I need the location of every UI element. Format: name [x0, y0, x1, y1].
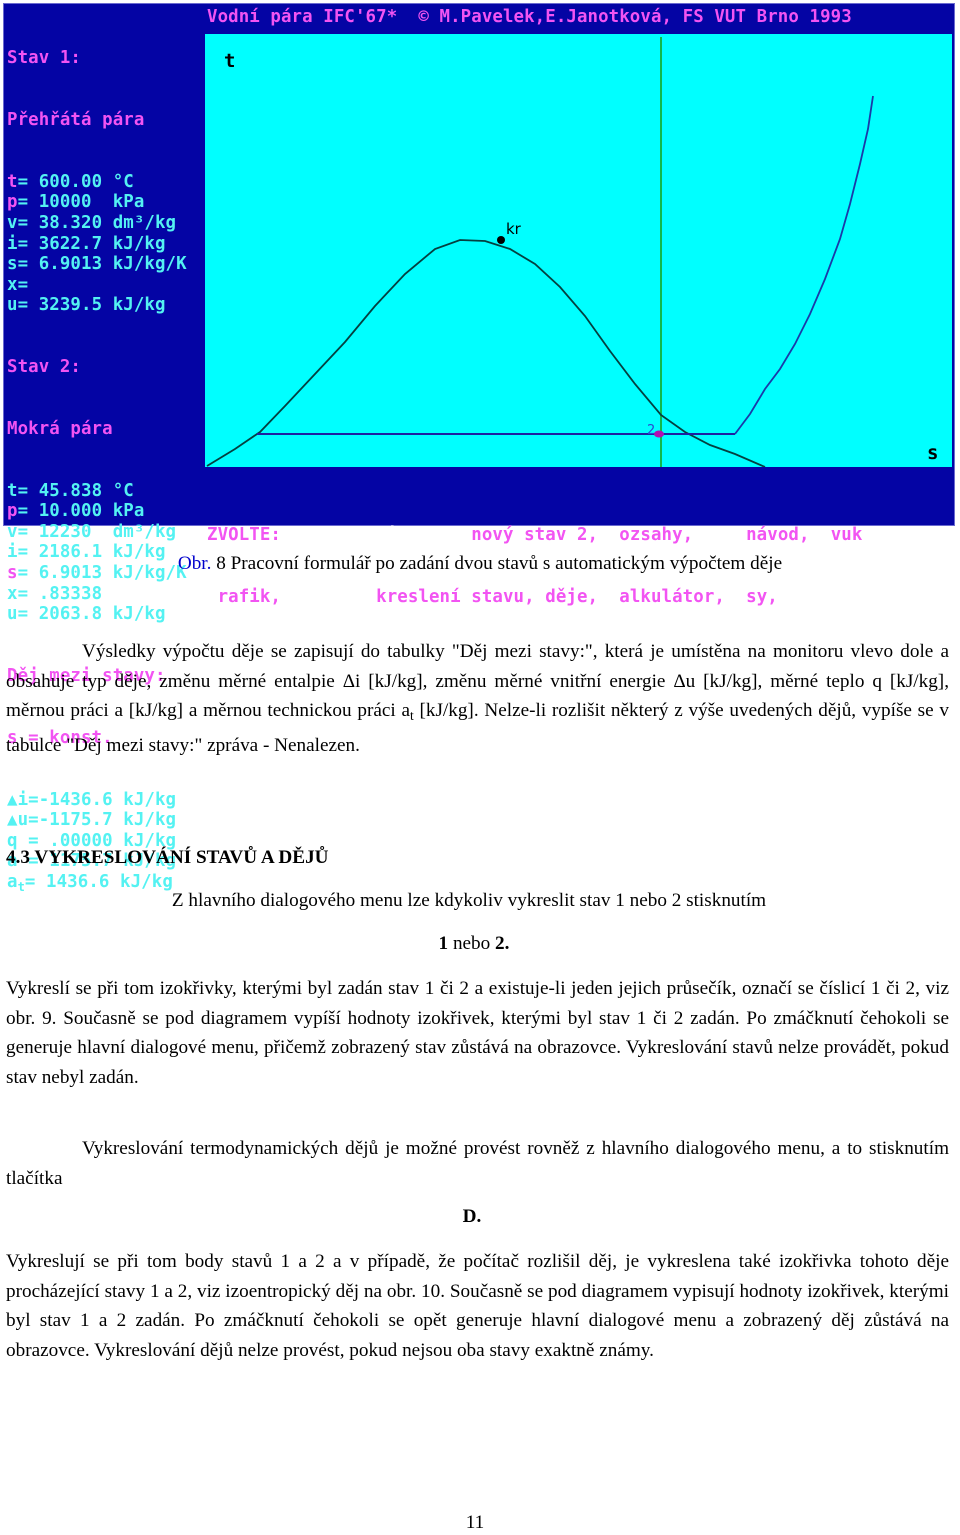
x-axis-label: s: [927, 442, 939, 464]
section-heading: 4.3 VYKRESLOVÁNÍ STAVŮ A DĚJŮ: [6, 847, 329, 868]
process-value: =-1175.7 kJ/kg: [28, 810, 177, 831]
process-var: ▲u: [7, 810, 29, 831]
process-var: a: [7, 871, 18, 892]
state2-point-label: 2: [647, 423, 656, 438]
state1-row: u= 3239.5 kJ/kg: [7, 295, 207, 316]
page-number: 11: [465, 1512, 485, 1533]
state1-value: = 6.9013 kJ/kg/K: [17, 254, 187, 275]
critical-point-label: kr: [506, 220, 521, 238]
process-value: =-1436.6 kJ/kg: [28, 789, 177, 810]
menu-hotkey[interactable]: G: [207, 587, 218, 607]
paragraph-results: Výsledky výpočtu děje se zapisují do tab…: [6, 637, 949, 760]
diagram-svg: [206, 37, 874, 467]
state2-row: t= 45.838 °C: [7, 481, 207, 502]
state1-var: s: [7, 254, 18, 275]
copyright: © M.Pavelek,E.Janotková, FS VUT Brno 199…: [418, 7, 852, 27]
program-screenshot: Stav 1: Přehřátá pára t= 600.00 °C p= 100…: [3, 3, 955, 894]
t-s-diagram: t s kr 2: [205, 34, 952, 467]
state1-row: x=: [7, 275, 207, 296]
state2-var: t: [7, 480, 18, 501]
menu-text: alkulátor,: [619, 586, 736, 607]
process-row: ▲u=-1175.7 kJ/kg: [7, 810, 207, 831]
title-bar: Vodní pára IFC'67* © M.Pavelek,E.Janotko…: [207, 7, 952, 28]
state2-value: = 45.838 °C: [17, 480, 134, 501]
key-2: 2.: [495, 933, 510, 954]
menu-hotkey[interactable]: <Esc>: [810, 587, 863, 607]
caption-prefix: Obr.: [177, 553, 212, 574]
state2-var: u: [7, 604, 18, 625]
menu-text: nový stav 2,: [471, 525, 609, 546]
menu-hotkey[interactable]: O: [736, 587, 747, 607]
state1-row: i= 3622.7 kJ/kg: [7, 234, 207, 255]
figure-caption: Obr. 8 Pracovní formulář po zadání dvou …: [0, 553, 960, 575]
key-1: 1: [438, 933, 449, 954]
state2-row: x= .83338: [7, 584, 207, 605]
state2-header: Stav 2:: [7, 357, 81, 378]
process-var: ▲i: [7, 789, 29, 810]
state1-header: Stav 1:: [7, 48, 81, 69]
state1-value: = 3622.7 kJ/kg: [17, 233, 166, 254]
state2-row: v= 12230 dm³/kg: [7, 522, 207, 543]
menu-text: ZVOLTE:: [207, 525, 292, 546]
state2-value: = 12230 dm³/kg: [17, 521, 177, 542]
keys-line: 1 nebo 2.: [0, 933, 954, 955]
caption-text: 8 Pracovní formulář po zadání dvou stavů…: [211, 553, 783, 574]
state2-phase: Mokrá pára: [7, 418, 113, 439]
state-panel: Stav 1: Přehřátá pára t= 600.00 °C p= 100…: [7, 7, 207, 934]
paragraph-isocurves: Vykreslí se při tom izokřivky, kterými b…: [6, 978, 949, 1088]
state1-phase: Přehřátá pára: [7, 109, 145, 130]
paragraph-process-draw: Vykreslují se při tom body stavů 1 a 2 a…: [6, 1251, 949, 1361]
menu-hotkey[interactable]: 1, 2, D: [292, 587, 377, 607]
state2-row: u= 2063.8 kJ/kg: [7, 604, 207, 625]
state2-value: = 10.000 kPa: [17, 501, 145, 522]
menu-hotkey[interactable]: F1: [725, 525, 746, 545]
key-d: D.: [462, 1206, 482, 1227]
state1-var: t: [7, 171, 18, 192]
state2-var: p: [7, 501, 18, 522]
critical-point: [497, 236, 505, 244]
state2-var: v: [7, 521, 18, 542]
state1-var: v: [7, 212, 18, 233]
paragraph-draw-state: Z hlavního dialogového menu lze kdykoliv…: [171, 890, 767, 911]
state1-value: =: [17, 274, 29, 295]
y-axis-label: t: [224, 50, 236, 72]
menu-line-2: Grafik, 1, 2, D kreslení stavu, děje, Ka…: [207, 587, 952, 608]
keys-connector: nebo: [448, 933, 496, 954]
state1-row: v= 38.320 dm³/kg: [7, 213, 207, 234]
menu-text: návod,: [746, 525, 821, 546]
isobar-superheated: [734, 95, 874, 435]
menu-text: ozsahy,: [619, 525, 725, 546]
state1-row: t= 600.00 °C: [7, 172, 207, 193]
state1-value: = 600.00 °C: [17, 171, 134, 192]
process-value: = 1436.6 kJ/kg: [24, 871, 173, 892]
state1-value: = 3239.5 kJ/kg: [17, 295, 166, 316]
state1-value: = 10000 kPa: [17, 192, 145, 213]
menu-line-1: ZVOLTE: t, p, v, i, s, x nový stav 2, Ro…: [207, 525, 952, 546]
process-row: ▲i=-1436.6 kJ/kg: [7, 790, 207, 811]
state1-row: p= 10000 kPa: [7, 192, 207, 213]
menu-hotkey[interactable]: t, p, v, i, s, x: [292, 525, 472, 545]
menu-text: rafik,: [217, 586, 292, 607]
menu-text: sy,: [746, 586, 810, 607]
state1-value: = 38.320 dm³/kg: [17, 212, 177, 233]
state1-var: x: [7, 274, 18, 295]
state2-value: = .83338: [17, 583, 103, 604]
paragraph-processes: Vykreslování termodynamických dějů je mo…: [6, 1138, 949, 1189]
menu-text: kreslení stavu, děje,: [376, 586, 609, 607]
state1-var: u: [7, 295, 18, 316]
menu-hotkey[interactable]: K: [609, 587, 620, 607]
app-title: Vodní pára IFC'67*: [207, 7, 398, 27]
saturation-curve: [206, 239, 766, 467]
state2-value: = 2063.8 kJ/kg: [17, 604, 166, 625]
state1-var: i: [7, 233, 18, 254]
state1-row: s= 6.9013 kJ/kg/K: [7, 254, 207, 275]
state2-row: p= 10.000 kPa: [7, 501, 207, 522]
menu-text: vuk: [830, 525, 863, 546]
menu-hotkey[interactable]: Z: [820, 525, 831, 545]
menu-hotkey[interactable]: R: [609, 525, 620, 545]
state2-point: [654, 430, 664, 438]
state2-var: x: [7, 583, 18, 604]
state1-var: p: [7, 192, 18, 213]
